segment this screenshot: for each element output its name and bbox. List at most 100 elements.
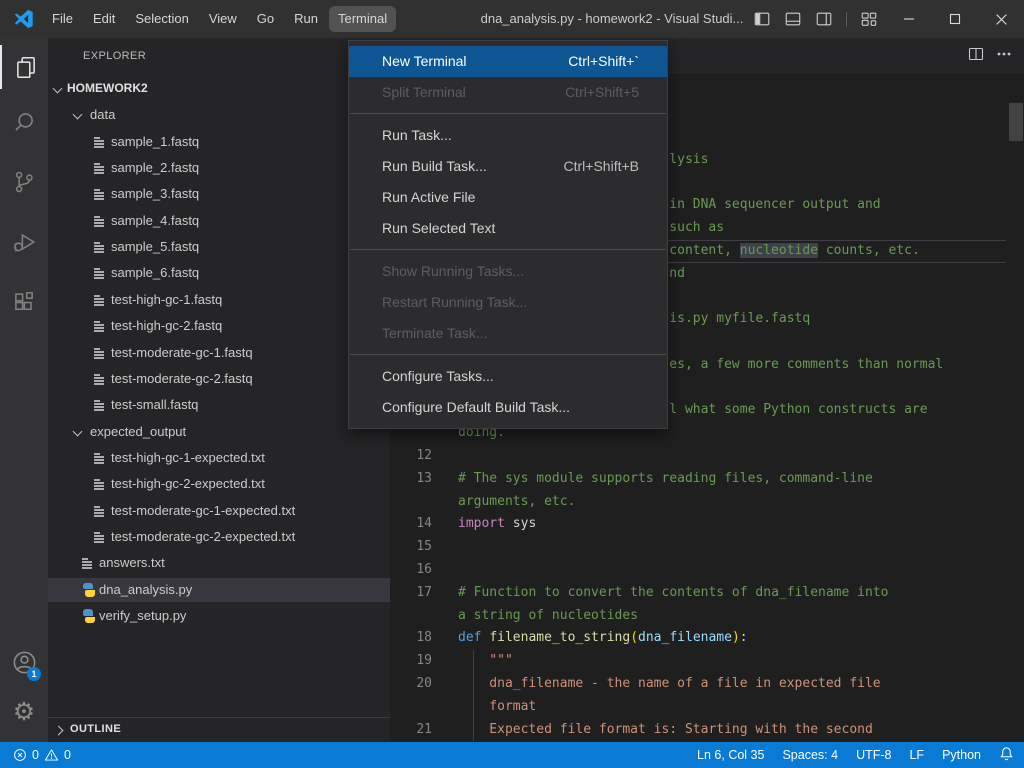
tree-file-test-moderate-gc-2-fastq[interactable]: test-moderate-gc-2.fastq (48, 367, 390, 391)
status-language-mode[interactable]: Python (942, 748, 981, 762)
toggle-secondary-sidebar-icon[interactable] (815, 10, 833, 28)
code-text: es, a few more comments than normal (669, 354, 943, 377)
code-token: l what some Python constructs are (669, 402, 927, 417)
tree-file-verify-setup-py[interactable]: verify_setup.py (48, 604, 390, 628)
menu-item-label: Run Active File (382, 182, 475, 213)
file-icon (94, 267, 105, 280)
menu-bar: FileEditSelectionViewGoRunTerminal (42, 0, 397, 38)
file-icon (94, 294, 105, 307)
tree-folder-expected-output[interactable]: expected_output (48, 420, 390, 444)
tree-file-answers-txt[interactable]: answers.txt (48, 551, 390, 575)
file-icon (94, 373, 105, 386)
code-token: ) (732, 630, 740, 645)
menubar-item-go[interactable]: Go (248, 6, 283, 32)
accounts-icon[interactable]: 1 (0, 640, 48, 684)
minimize-icon[interactable] (886, 0, 932, 38)
tree-file-sample-1-fastq[interactable]: sample_1.fastq (48, 130, 390, 154)
code-token: es, a few more comments than normal (669, 357, 943, 372)
menubar-item-run[interactable]: Run (285, 6, 327, 32)
extensions-icon[interactable] (0, 280, 48, 324)
customize-layout-icon[interactable] (860, 10, 878, 28)
editor-scrollbar[interactable] (1009, 103, 1023, 141)
chevron-down-icon (73, 426, 83, 436)
menu-item-run-task[interactable]: Run Task... (349, 120, 667, 151)
tree-file-test-small-fastq[interactable]: test-small.fastq (48, 393, 390, 417)
code-token: # The sys module supports reading files,… (458, 471, 873, 486)
toggle-primary-sidebar-icon[interactable] (753, 10, 771, 28)
notifications-bell-icon[interactable] (999, 746, 1014, 764)
tree-file-test-high-gc-1-expected-txt[interactable]: test-high-gc-1-expected.txt (48, 446, 390, 470)
menu-item-terminate-task: Terminate Task... (349, 318, 667, 349)
code-token: : (740, 630, 748, 645)
more-actions-icon[interactable] (996, 46, 1012, 67)
outline-section-header[interactable]: OUTLINE (48, 717, 390, 742)
menubar-item-file[interactable]: File (43, 6, 82, 32)
tree-file-test-high-gc-2-fastq[interactable]: test-high-gc-2.fastq (48, 314, 390, 338)
status-indentation[interactable]: Spaces: 4 (782, 748, 838, 762)
source-control-icon[interactable] (0, 160, 48, 204)
menu-item-configure-default-build-task[interactable]: Configure Default Build Task... (349, 392, 667, 423)
code-token: counts, etc. (818, 243, 920, 258)
warnings-count: 0 (64, 748, 71, 762)
chevron-right-icon (54, 726, 64, 736)
menu-item-restart-running-task: Restart Running Task... (349, 287, 667, 318)
file-icon (94, 452, 105, 465)
menubar-item-view[interactable]: View (200, 6, 246, 32)
menubar-item-selection[interactable]: Selection (126, 6, 197, 32)
tree-folder-homework2[interactable]: HOMEWORK2 (48, 77, 390, 101)
layout-controls (753, 0, 878, 38)
tree-file-test-high-gc-1-fastq[interactable]: test-high-gc-1.fastq (48, 288, 390, 312)
tree-file-test-moderate-gc-1-fastq[interactable]: test-moderate-gc-1.fastq (48, 341, 390, 365)
code-row: 20dna_filename - the name of a file in e… (390, 673, 1024, 696)
menubar-item-terminal[interactable]: Terminal (329, 6, 396, 32)
errors-icon (13, 748, 27, 762)
code-row: 13# The sys module supports reading file… (390, 468, 1024, 491)
menu-item-new-terminal[interactable]: New TerminalCtrl+Shift+` (349, 46, 667, 77)
problems-status[interactable]: 0 0 (0, 748, 71, 762)
menu-item-label: Run Selected Text (382, 213, 495, 244)
tree-file-sample-5-fastq[interactable]: sample_5.fastq (48, 235, 390, 259)
tree-file-test-high-gc-2-expected-txt[interactable]: test-high-gc-2-expected.txt (48, 472, 390, 496)
file-icon (94, 505, 105, 518)
explorer-icon[interactable] (0, 45, 50, 89)
tree-file-sample-6-fastq[interactable]: sample_6.fastq (48, 261, 390, 285)
menubar-item-edit[interactable]: Edit (84, 6, 124, 32)
code-token: sys (505, 516, 536, 531)
status-cursor-position[interactable]: Ln 6, Col 35 (697, 748, 764, 762)
menu-item-label: Configure Tasks... (382, 361, 494, 392)
code-token: def (458, 630, 481, 645)
run-and-debug-icon[interactable] (0, 220, 48, 264)
menu-item-run-selected-text[interactable]: Run Selected Text (349, 213, 667, 244)
tree-file-sample-2-fastq[interactable]: sample_2.fastq (48, 156, 390, 180)
split-editor-icon[interactable] (968, 46, 984, 67)
status-eol[interactable]: LF (909, 748, 924, 762)
menu-separator (349, 349, 667, 361)
menu-item-label: Configure Default Build Task... (382, 392, 570, 423)
vscode-logo-icon (13, 8, 35, 30)
menu-item-run-active-file[interactable]: Run Active File (349, 182, 667, 213)
file-icon (94, 347, 105, 360)
status-encoding[interactable]: UTF-8 (856, 748, 891, 762)
code-token: arguments, etc. (458, 494, 575, 509)
code-row: 15 (390, 536, 1024, 559)
menu-item-run-build-task[interactable]: Run Build Task...Ctrl+Shift+B (349, 151, 667, 182)
tree-file-dna-analysis-py[interactable]: dna_analysis.py (48, 578, 390, 602)
maximize-icon[interactable] (932, 0, 978, 38)
code-row: 18def filename_to_string(dna_filename): (390, 627, 1024, 650)
tree-file-sample-3-fastq[interactable]: sample_3.fastq (48, 182, 390, 206)
tree-file-test-moderate-gc-1-expected-txt[interactable]: test-moderate-gc-1-expected.txt (48, 499, 390, 523)
line-number: 18 (390, 627, 432, 650)
search-icon[interactable] (0, 100, 48, 144)
code-text: arguments, etc. (458, 491, 575, 514)
code-token: # Function to convert the contents of dn… (458, 585, 888, 600)
tree-file-test-moderate-gc-2-expected-txt[interactable]: test-moderate-gc-2-expected.txt (48, 525, 390, 549)
titlebar-separator (846, 12, 847, 27)
tree-file-sample-4-fastq[interactable]: sample_4.fastq (48, 209, 390, 233)
close-icon[interactable] (978, 0, 1024, 38)
menu-item-configure-tasks[interactable]: Configure Tasks... (349, 361, 667, 392)
file-icon (94, 188, 105, 201)
indent-guide (473, 719, 474, 742)
tree-folder-data[interactable]: data (48, 103, 390, 127)
settings-gear-icon[interactable]: ⚙ (0, 690, 48, 734)
toggle-panel-icon[interactable] (784, 10, 802, 28)
